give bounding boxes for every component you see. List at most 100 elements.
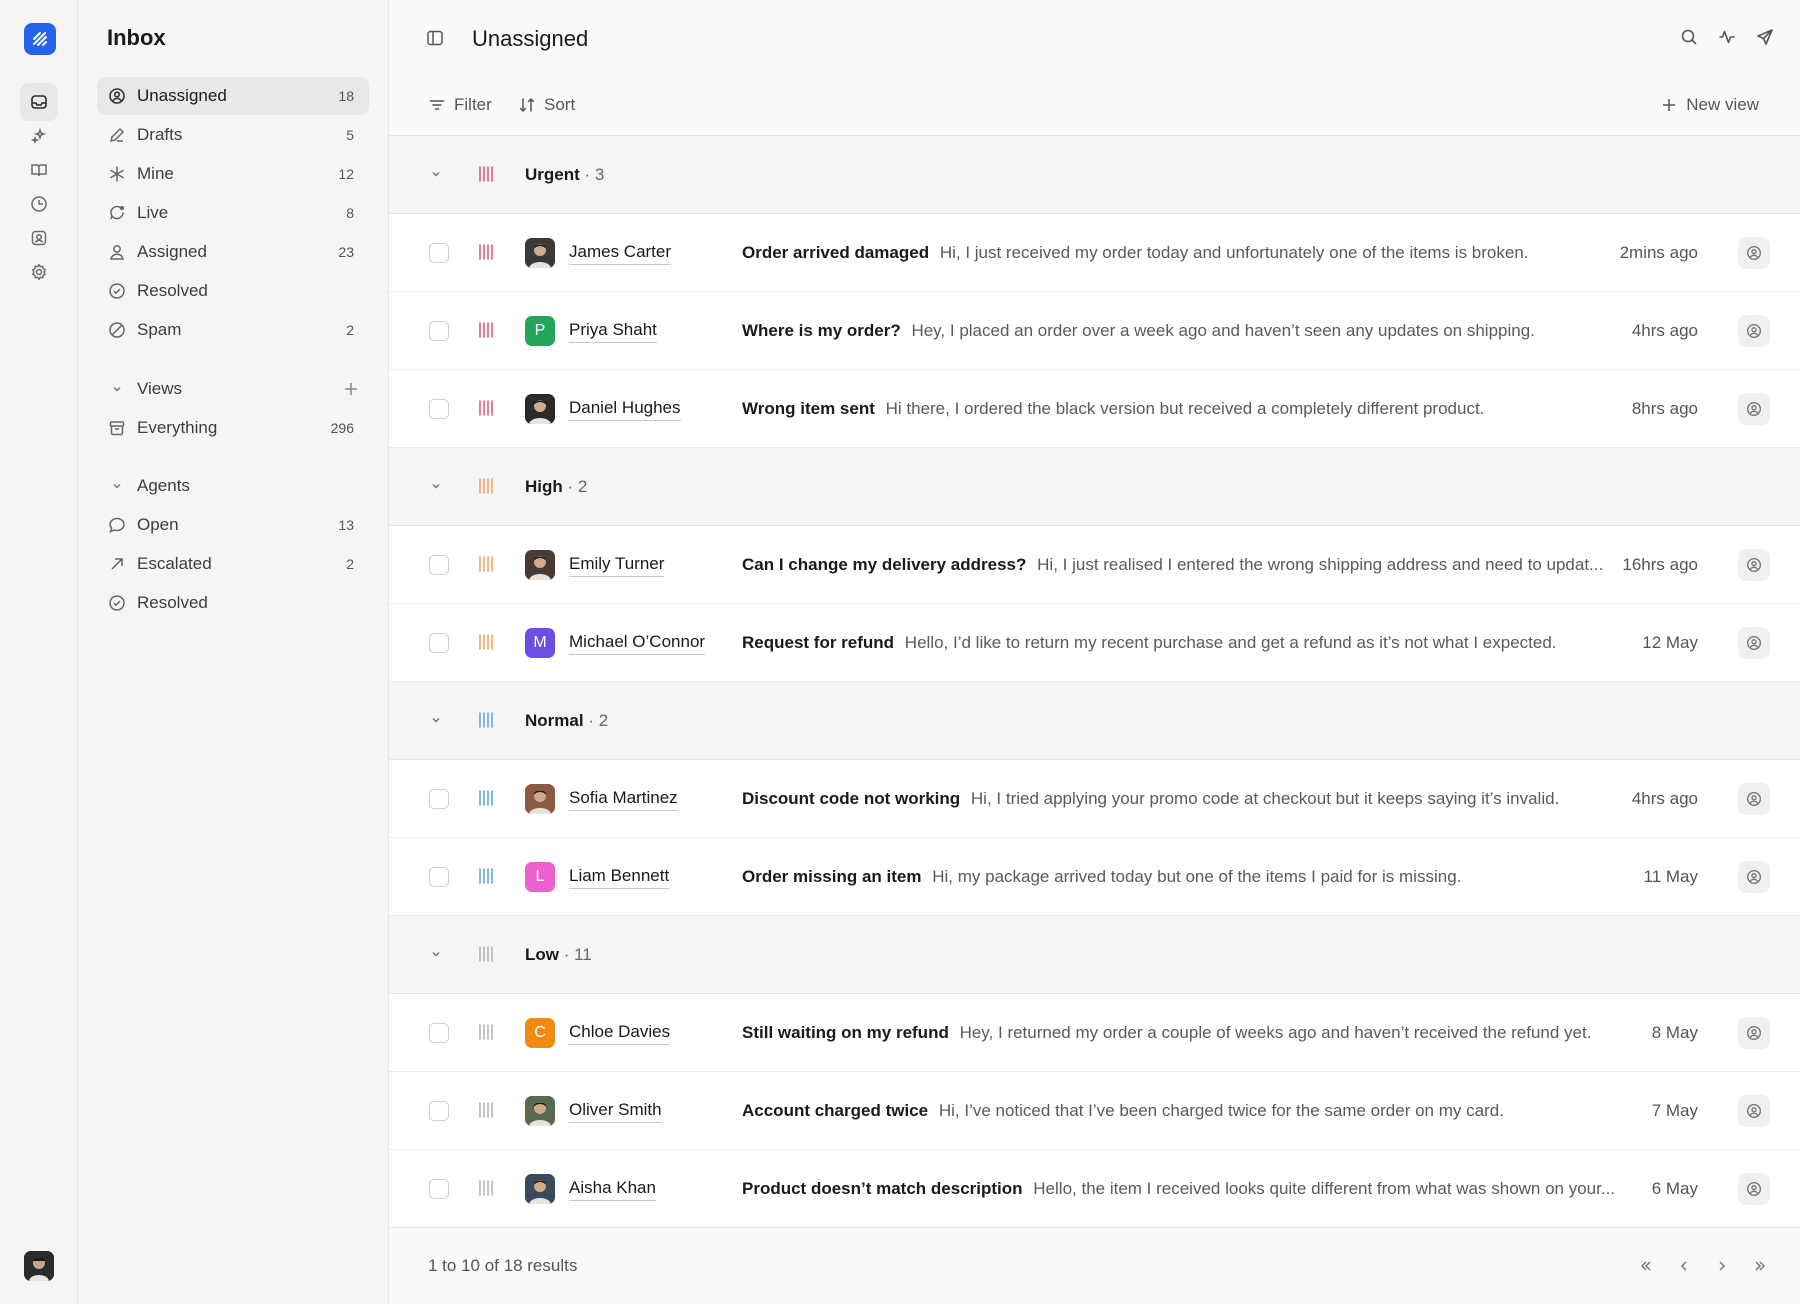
app-logo-icon[interactable]	[24, 23, 56, 55]
add-view-plus-icon[interactable]	[343, 381, 359, 397]
priority-bars-icon	[478, 478, 496, 494]
timestamp: 11 May	[1643, 867, 1699, 886]
next-page-icon[interactable]	[1712, 1256, 1732, 1276]
last-page-icon[interactable]	[1750, 1256, 1770, 1276]
customer-name[interactable]: Emily Turner	[569, 554, 665, 577]
avatar	[525, 784, 555, 814]
send-paper-plane-icon[interactable]	[1754, 26, 1776, 48]
search-icon[interactable]	[1678, 26, 1700, 48]
check-circle-icon	[97, 282, 137, 300]
row-checkbox[interactable]	[429, 1023, 449, 1043]
row-checkbox[interactable]	[429, 867, 449, 887]
assign-user-icon[interactable]	[1738, 861, 1770, 893]
priority-bars-icon	[478, 712, 496, 728]
views-label: Views	[137, 379, 183, 398]
customer-name[interactable]: Liam Bennett	[569, 866, 670, 889]
customer-name[interactable]: Michael O’Connor	[569, 632, 706, 655]
table-row[interactable]: Emily Turner Can I change my delivery add…	[389, 526, 1800, 604]
row-checkbox[interactable]	[429, 789, 449, 809]
row-checkbox[interactable]	[429, 1179, 449, 1199]
avatar: C	[525, 1018, 555, 1048]
customer-name[interactable]: James Carter	[569, 242, 672, 265]
sidebar-item-unassigned[interactable]: Unassigned 18	[97, 77, 369, 115]
priority-bars-icon	[478, 244, 496, 260]
table-row[interactable]: Sofia Martinez Discount code not working …	[389, 760, 1800, 838]
row-checkbox[interactable]	[429, 243, 449, 263]
views-section-header[interactable]: Views	[97, 370, 369, 408]
customer-name[interactable]: Daniel Hughes	[569, 398, 681, 421]
table-row[interactable]: Aisha Khan Product doesn’t match descript…	[389, 1150, 1800, 1228]
sort-button[interactable]: Sort	[518, 95, 575, 115]
avatar	[525, 550, 555, 580]
assign-user-icon[interactable]	[1738, 549, 1770, 581]
arrow-up-right-icon	[97, 555, 137, 573]
group-header-urgent[interactable]: Urgent · 3	[389, 136, 1800, 214]
assign-user-icon[interactable]	[1738, 627, 1770, 659]
sidebar-item-resolved[interactable]: Resolved	[97, 272, 369, 310]
table-row[interactable]: Daniel Hughes Wrong item sent Hi there, I…	[389, 370, 1800, 448]
sidebar-item-agents-resolved[interactable]: Resolved	[97, 584, 369, 622]
message-summary: Wrong item sent Hi there, I ordered the …	[742, 399, 1622, 419]
chevron-down-icon[interactable]	[429, 947, 443, 961]
new-view-label: New view	[1686, 95, 1759, 114]
sidebar-item-label: Unassigned	[137, 86, 227, 105]
sidebar-item-escalated[interactable]: Escalated 2	[97, 545, 369, 583]
chevron-down-icon[interactable]	[429, 167, 443, 181]
customer-name[interactable]: Chloe Davies	[569, 1022, 671, 1045]
assign-user-icon[interactable]	[1738, 393, 1770, 425]
clock-icon[interactable]	[20, 185, 58, 223]
timestamp: 4hrs ago	[1631, 789, 1698, 808]
table-row[interactable]: P Priya Shaht Where is my order? Hey, I pl…	[389, 292, 1800, 370]
priority-bars-icon	[478, 166, 496, 182]
prev-page-icon[interactable]	[1674, 1256, 1694, 1276]
sidebar-item-assigned[interactable]: Assigned 23	[97, 233, 369, 271]
customer-name[interactable]: Priya Shaht	[569, 320, 657, 343]
assign-user-icon[interactable]	[1738, 1095, 1770, 1127]
book-icon[interactable]	[20, 151, 58, 189]
user-avatar[interactable]	[24, 1251, 54, 1281]
row-checkbox[interactable]	[429, 321, 449, 341]
agents-label: Agents	[137, 476, 190, 495]
row-checkbox[interactable]	[429, 633, 449, 653]
table-row[interactable]: Oliver Smith Account charged twice Hi, I’…	[389, 1072, 1800, 1150]
customer-name[interactable]: Oliver Smith	[569, 1100, 662, 1123]
table-row[interactable]: L Liam Bennett Order missing an item Hi, m…	[389, 838, 1800, 916]
group-header-high[interactable]: High · 2	[389, 448, 1800, 526]
assign-user-icon[interactable]	[1738, 237, 1770, 269]
row-checkbox[interactable]	[429, 399, 449, 419]
inbox-nav-icon[interactable]	[20, 83, 58, 121]
message-subject: Can I change my delivery address?	[742, 555, 1027, 574]
sidebar-toggle-icon[interactable]	[426, 29, 444, 47]
customer-name[interactable]: Sofia Martinez	[569, 788, 678, 811]
first-page-icon[interactable]	[1636, 1256, 1656, 1276]
sidebar-item-mine[interactable]: Mine 12	[97, 155, 369, 193]
sparkle-icon[interactable]	[20, 117, 58, 155]
contact-card-icon[interactable]	[20, 219, 58, 257]
assign-user-icon[interactable]	[1738, 783, 1770, 815]
sidebar-item-everything[interactable]: Everything 296	[97, 409, 369, 447]
chevron-down-icon[interactable]	[429, 479, 443, 493]
settings-gear-icon[interactable]	[20, 253, 58, 291]
chevron-down-icon[interactable]	[429, 713, 443, 727]
agents-section-header[interactable]: Agents	[97, 467, 369, 505]
timestamp: 12 May	[1642, 633, 1698, 652]
customer-name[interactable]: Aisha Khan	[569, 1178, 656, 1201]
assign-user-icon[interactable]	[1738, 315, 1770, 347]
table-row[interactable]: James Carter Order arrived damaged Hi, I …	[389, 214, 1800, 292]
sidebar-item-open[interactable]: Open 13	[97, 506, 369, 544]
table-row[interactable]: C Chloe Davies Still waiting on my refund …	[389, 994, 1800, 1072]
sidebar-item-spam[interactable]: Spam 2	[97, 311, 369, 349]
filter-button[interactable]: Filter	[428, 95, 492, 115]
new-view-button[interactable]: New view	[1660, 95, 1759, 115]
assign-user-icon[interactable]	[1738, 1173, 1770, 1205]
group-header-low[interactable]: Low · 11	[389, 916, 1800, 994]
group-header-normal[interactable]: Normal · 2	[389, 682, 1800, 760]
row-checkbox[interactable]	[429, 1101, 449, 1121]
table-row[interactable]: M Michael O’Connor Request for refund Hell…	[389, 604, 1800, 682]
sort-label: Sort	[544, 95, 576, 114]
row-checkbox[interactable]	[429, 555, 449, 575]
sidebar-item-drafts[interactable]: Drafts 5	[97, 116, 369, 154]
sidebar-item-live[interactable]: Live 8	[97, 194, 369, 232]
assign-user-icon[interactable]	[1738, 1017, 1770, 1049]
activity-pulse-icon[interactable]	[1716, 26, 1738, 48]
